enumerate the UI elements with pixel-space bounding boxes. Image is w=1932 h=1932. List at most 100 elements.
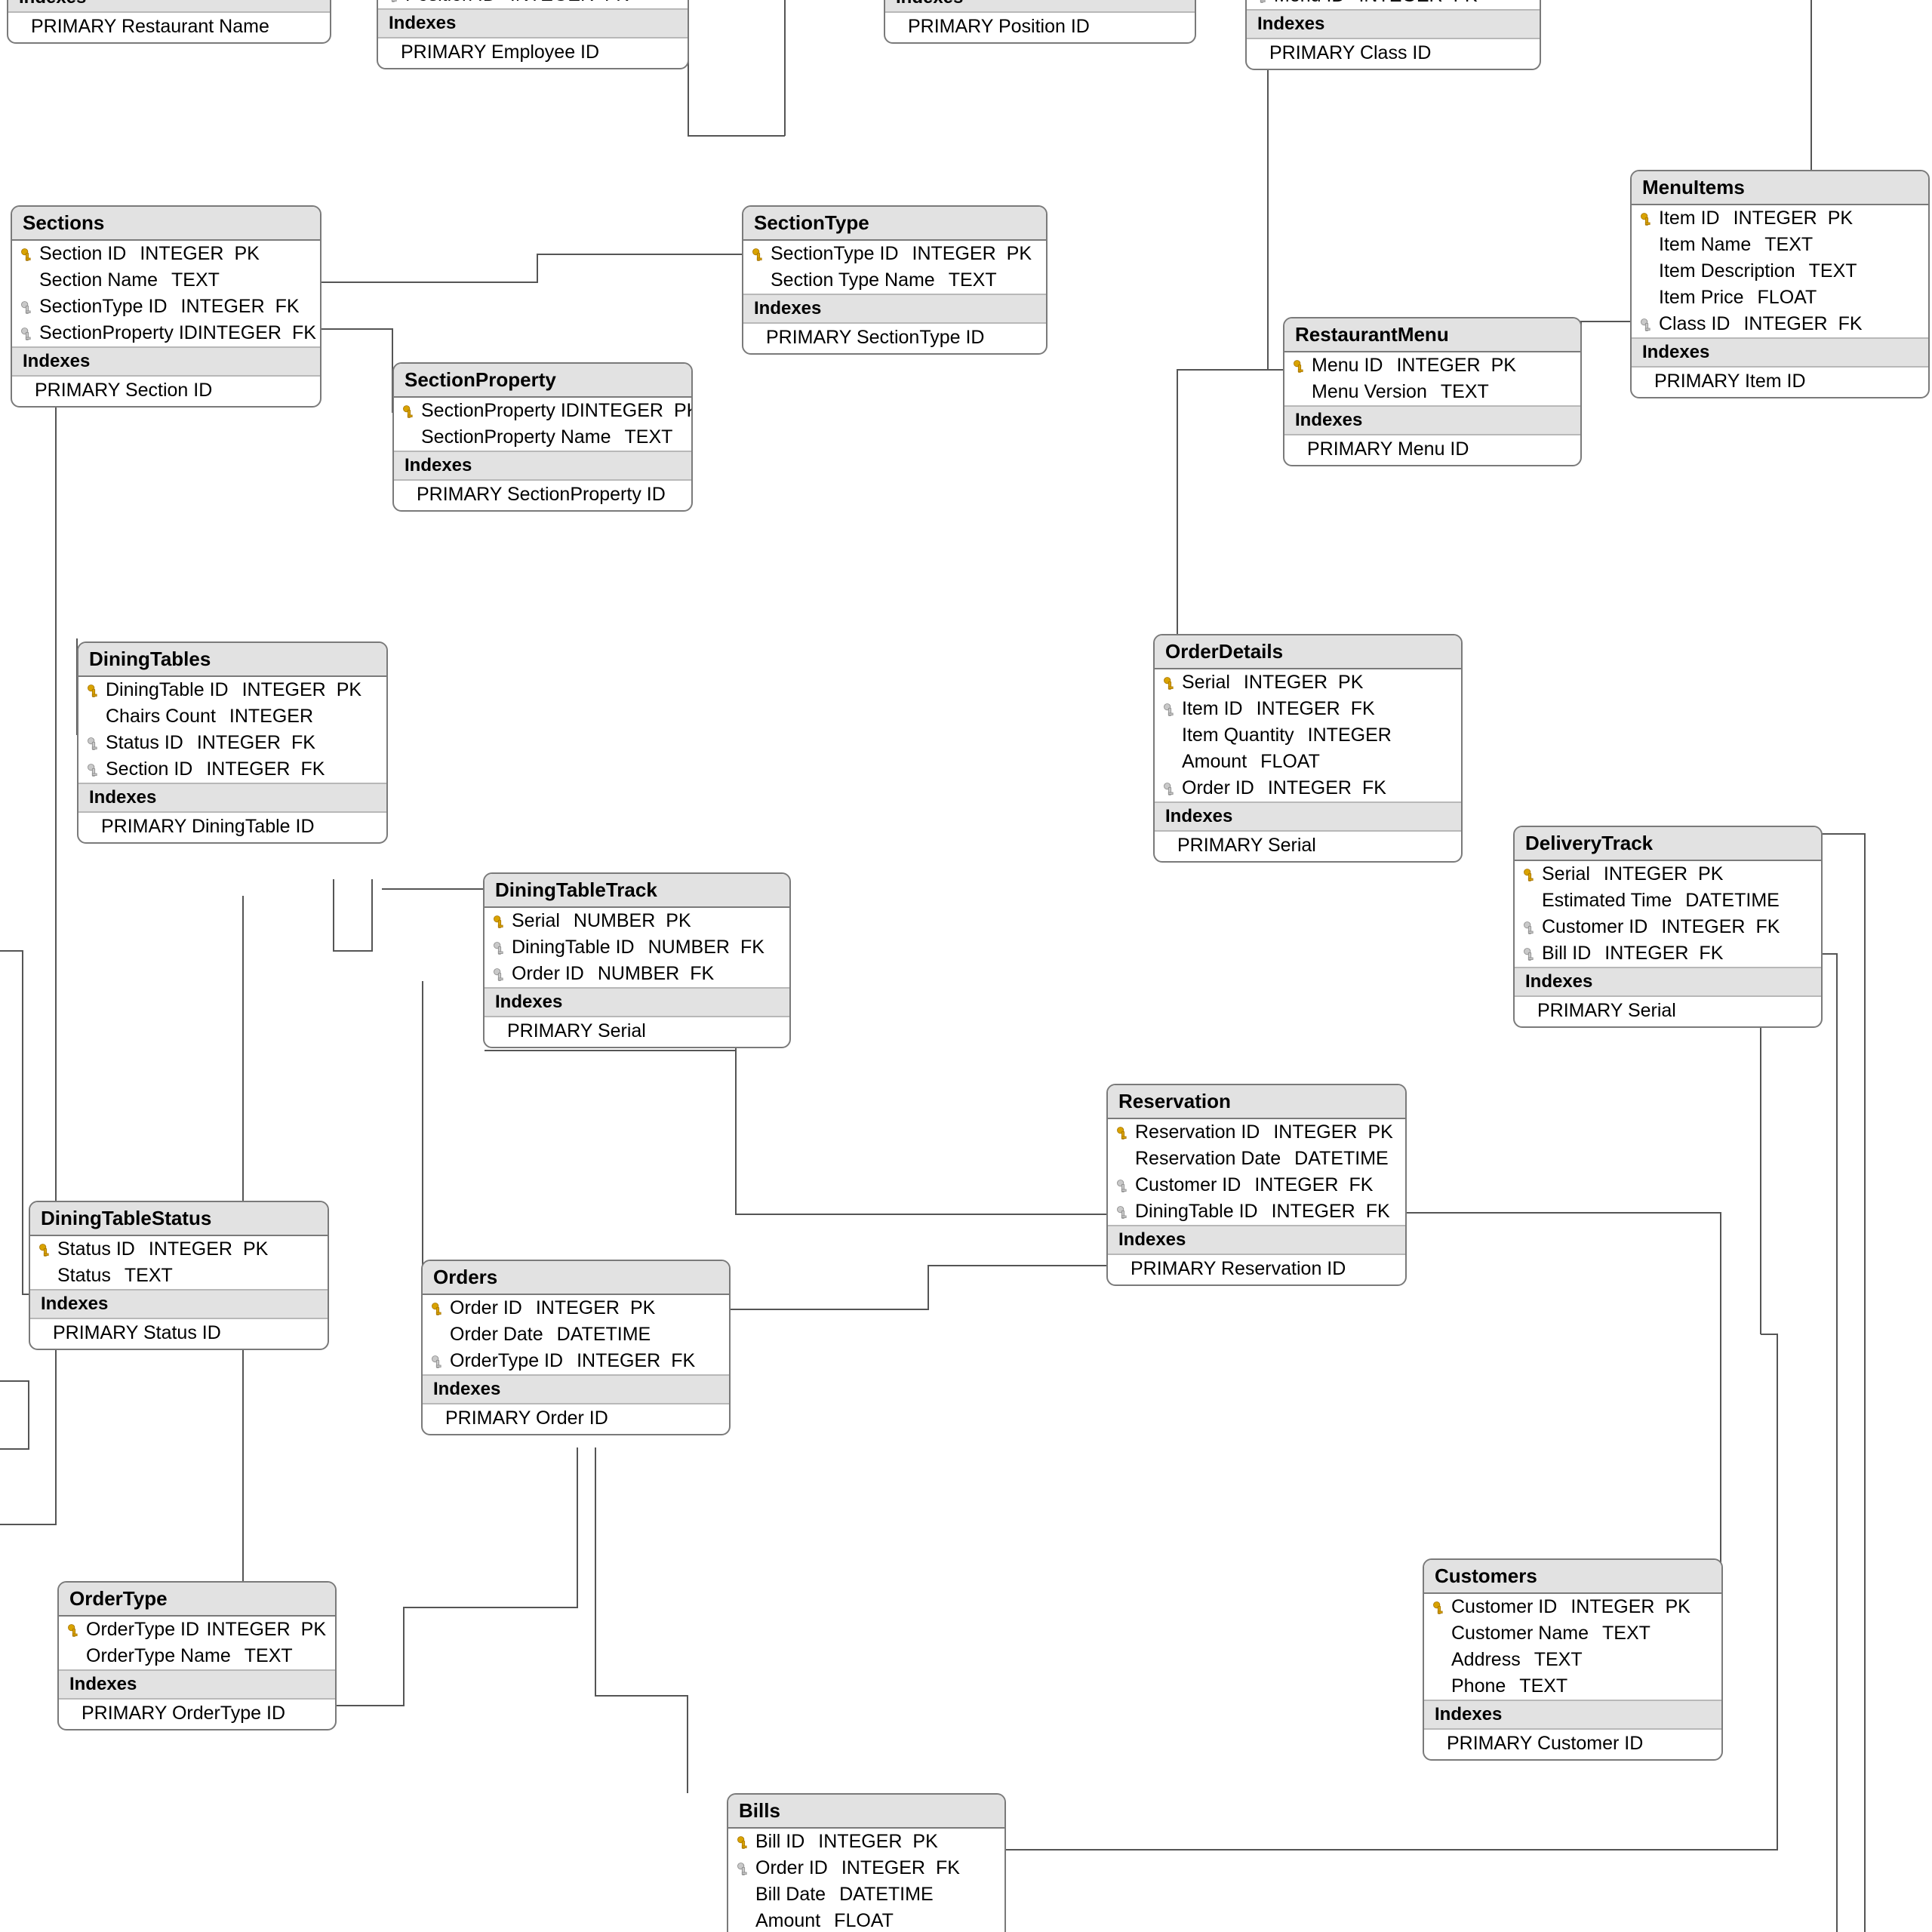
- column-type: INTEGER: [1272, 1201, 1355, 1223]
- column-type: TEXT: [625, 426, 673, 448]
- column-type: TEXT: [1441, 381, 1489, 403]
- column-name: DiningTable ID: [1135, 1201, 1258, 1223]
- entity-menuitems[interactable]: MenuItems Item IDINTEGERPKItem NameTEXTI…: [1630, 170, 1930, 398]
- column-type: INTEGER: [510, 0, 594, 6]
- column-row: Customer IDINTEGERFK: [1515, 914, 1821, 940]
- column-name: Customer ID: [1542, 916, 1647, 938]
- indexes-header: Indexes: [1108, 1225, 1405, 1255]
- column-flag: FK: [1699, 943, 1723, 964]
- index-row: PRIMARY Section ID: [12, 377, 320, 406]
- column-type: FLOAT: [1260, 751, 1320, 773]
- entity-itemclass[interactable]: Class NameTEXTMenu IDINTEGERFK Indexes P…: [1245, 0, 1541, 70]
- indexes-header: Indexes: [394, 451, 691, 481]
- column-row: Estimated TimeDATETIME: [1515, 888, 1821, 914]
- entity-customers[interactable]: Customers Customer IDINTEGERPKCustomer N…: [1423, 1558, 1723, 1761]
- column-flag: PK: [674, 400, 693, 422]
- entity-bills[interactable]: Bills Bill IDINTEGERPKOrder IDINTEGERFKB…: [727, 1793, 1006, 1932]
- entity-title: OrderType: [59, 1583, 335, 1617]
- entity-deliverytrack[interactable]: DeliveryTrack SerialINTEGERPKEstimated T…: [1513, 826, 1823, 1028]
- entity-employees[interactable]: AddressTEXTPhoneTEXTPosition IDINTEGERFK…: [377, 0, 689, 69]
- column-name: Order Date: [450, 1324, 543, 1346]
- entity-title: DiningTables: [78, 643, 386, 677]
- column-type: INTEGER: [1257, 698, 1340, 720]
- column-row: Item NameTEXT: [1632, 232, 1928, 258]
- column-name: Serial: [1542, 863, 1590, 885]
- indexes-header: Indexes: [1284, 405, 1580, 435]
- key-icon: [15, 247, 39, 262]
- column-flag: PK: [337, 679, 361, 701]
- entity-diningtablestatus[interactable]: DiningTableStatus Status IDINTEGERPKStat…: [29, 1201, 329, 1350]
- column-type: NUMBER: [574, 910, 655, 932]
- column-flag: FK: [292, 322, 316, 344]
- column-row: PhoneTEXT: [1424, 1673, 1721, 1700]
- column-type: TEXT: [171, 269, 220, 291]
- column-type: INTEGER: [197, 732, 281, 754]
- column-row: AmountFLOAT: [1155, 749, 1461, 775]
- entity-diningtabletrack[interactable]: DiningTableTrack SerialNUMBERPKDiningTab…: [483, 872, 791, 1048]
- column-row: Status IDINTEGERFK: [78, 730, 386, 756]
- column-name: Section Name: [39, 269, 158, 291]
- column-row: Order IDINTEGERFK: [1155, 775, 1461, 801]
- column-name: Section Type Name: [771, 269, 935, 291]
- column-row: Menu VersionTEXT: [1284, 379, 1580, 405]
- column-name: SectionType ID: [771, 243, 899, 265]
- entity-ordertype[interactable]: OrderType OrderType IDINTEGERPKOrderType…: [57, 1581, 337, 1730]
- entity-diningtables[interactable]: DiningTables DiningTable IDINTEGERPKChai…: [77, 641, 388, 844]
- column-type: NUMBER: [648, 937, 730, 958]
- column-type: INTEGER: [536, 1297, 620, 1319]
- column-row: Menu IDINTEGERPK: [1284, 352, 1580, 379]
- column-name: Bill ID: [1542, 943, 1591, 964]
- index-row: PRIMARY Order ID: [423, 1404, 729, 1434]
- indexes-header: Indexes: [485, 987, 789, 1017]
- entity-orderdetails[interactable]: OrderDetails SerialINTEGERPKItem IDINTEG…: [1153, 634, 1463, 863]
- column-row: Status IDINTEGERPK: [30, 1236, 328, 1263]
- entity-title: DiningTableTrack: [485, 874, 789, 908]
- entity-sections[interactable]: Sections Section IDINTEGERPKSection Name…: [11, 205, 321, 408]
- entity-title: Orders: [423, 1261, 729, 1295]
- column-name: SectionType ID: [39, 296, 168, 318]
- index-row: PRIMARY Serial: [1515, 997, 1821, 1026]
- foreign-key-icon: [1111, 1178, 1135, 1193]
- column-type: INTEGER: [1268, 777, 1352, 799]
- entity-reservation[interactable]: Reservation Reservation IDINTEGERPKReser…: [1106, 1084, 1407, 1286]
- key-icon: [1287, 358, 1312, 374]
- column-name: Reservation Date: [1135, 1148, 1281, 1170]
- index-row: PRIMARY Position ID: [885, 13, 1195, 42]
- column-row: OrderType IDINTEGERFK: [423, 1348, 729, 1374]
- column-type: DATETIME: [839, 1884, 934, 1906]
- column-row: Order IDINTEGERFK: [728, 1855, 1004, 1881]
- entity-orders[interactable]: Orders Order IDINTEGERPKOrder DateDATETI…: [421, 1260, 731, 1435]
- column-row: Customer IDINTEGERFK: [1108, 1172, 1405, 1198]
- key-icon: [82, 683, 106, 698]
- column-type: INTEGER: [1358, 0, 1442, 7]
- indexes-header: Indexes: [423, 1374, 729, 1404]
- index-row: PRIMARY SectionProperty ID: [394, 481, 691, 510]
- entity-sectionproperty[interactable]: SectionProperty SectionProperty IDINTEGE…: [392, 362, 693, 512]
- column-row: Item PriceFLOAT: [1632, 285, 1928, 311]
- column-flag: PK: [630, 1297, 655, 1319]
- column-name: Phone: [1451, 1675, 1506, 1697]
- indexes-header: Indexes: [12, 346, 320, 377]
- column-type: INTEGER: [1244, 672, 1327, 694]
- column-name: Section ID: [106, 758, 192, 780]
- entity-positions[interactable]: Position TitleTEXT Indexes PRIMARY Posit…: [884, 0, 1196, 44]
- column-name: Customer Name: [1451, 1623, 1589, 1644]
- entity-sectiontype[interactable]: SectionType SectionType IDINTEGERPKSecti…: [742, 205, 1048, 355]
- foreign-key-icon: [731, 1861, 755, 1876]
- column-row: Order IDNUMBERFK: [485, 961, 789, 987]
- key-icon: [1158, 675, 1182, 691]
- column-row: StatusTEXT: [30, 1263, 328, 1289]
- column-row: OrderType IDINTEGERPK: [59, 1617, 335, 1643]
- entity-restaurantmenu[interactable]: RestaurantMenu Menu IDINTEGERPKMenu Vers…: [1283, 317, 1582, 466]
- column-name: Customer ID: [1451, 1596, 1557, 1618]
- column-row: SectionProperty IDINTEGERPK: [394, 398, 691, 424]
- index-row: PRIMARY OrderType ID: [59, 1700, 335, 1729]
- foreign-key-icon: [488, 940, 512, 955]
- column-type: INTEGER: [206, 758, 290, 780]
- column-type: INTEGER: [229, 706, 313, 728]
- column-flag: PK: [1007, 243, 1032, 265]
- column-flag: FK: [1755, 916, 1780, 938]
- column-flag: PK: [234, 243, 259, 265]
- column-flag: FK: [291, 732, 315, 754]
- entity-restaurant[interactable]: PhoneTEXT Indexes PRIMARY Restaurant Nam…: [7, 0, 331, 44]
